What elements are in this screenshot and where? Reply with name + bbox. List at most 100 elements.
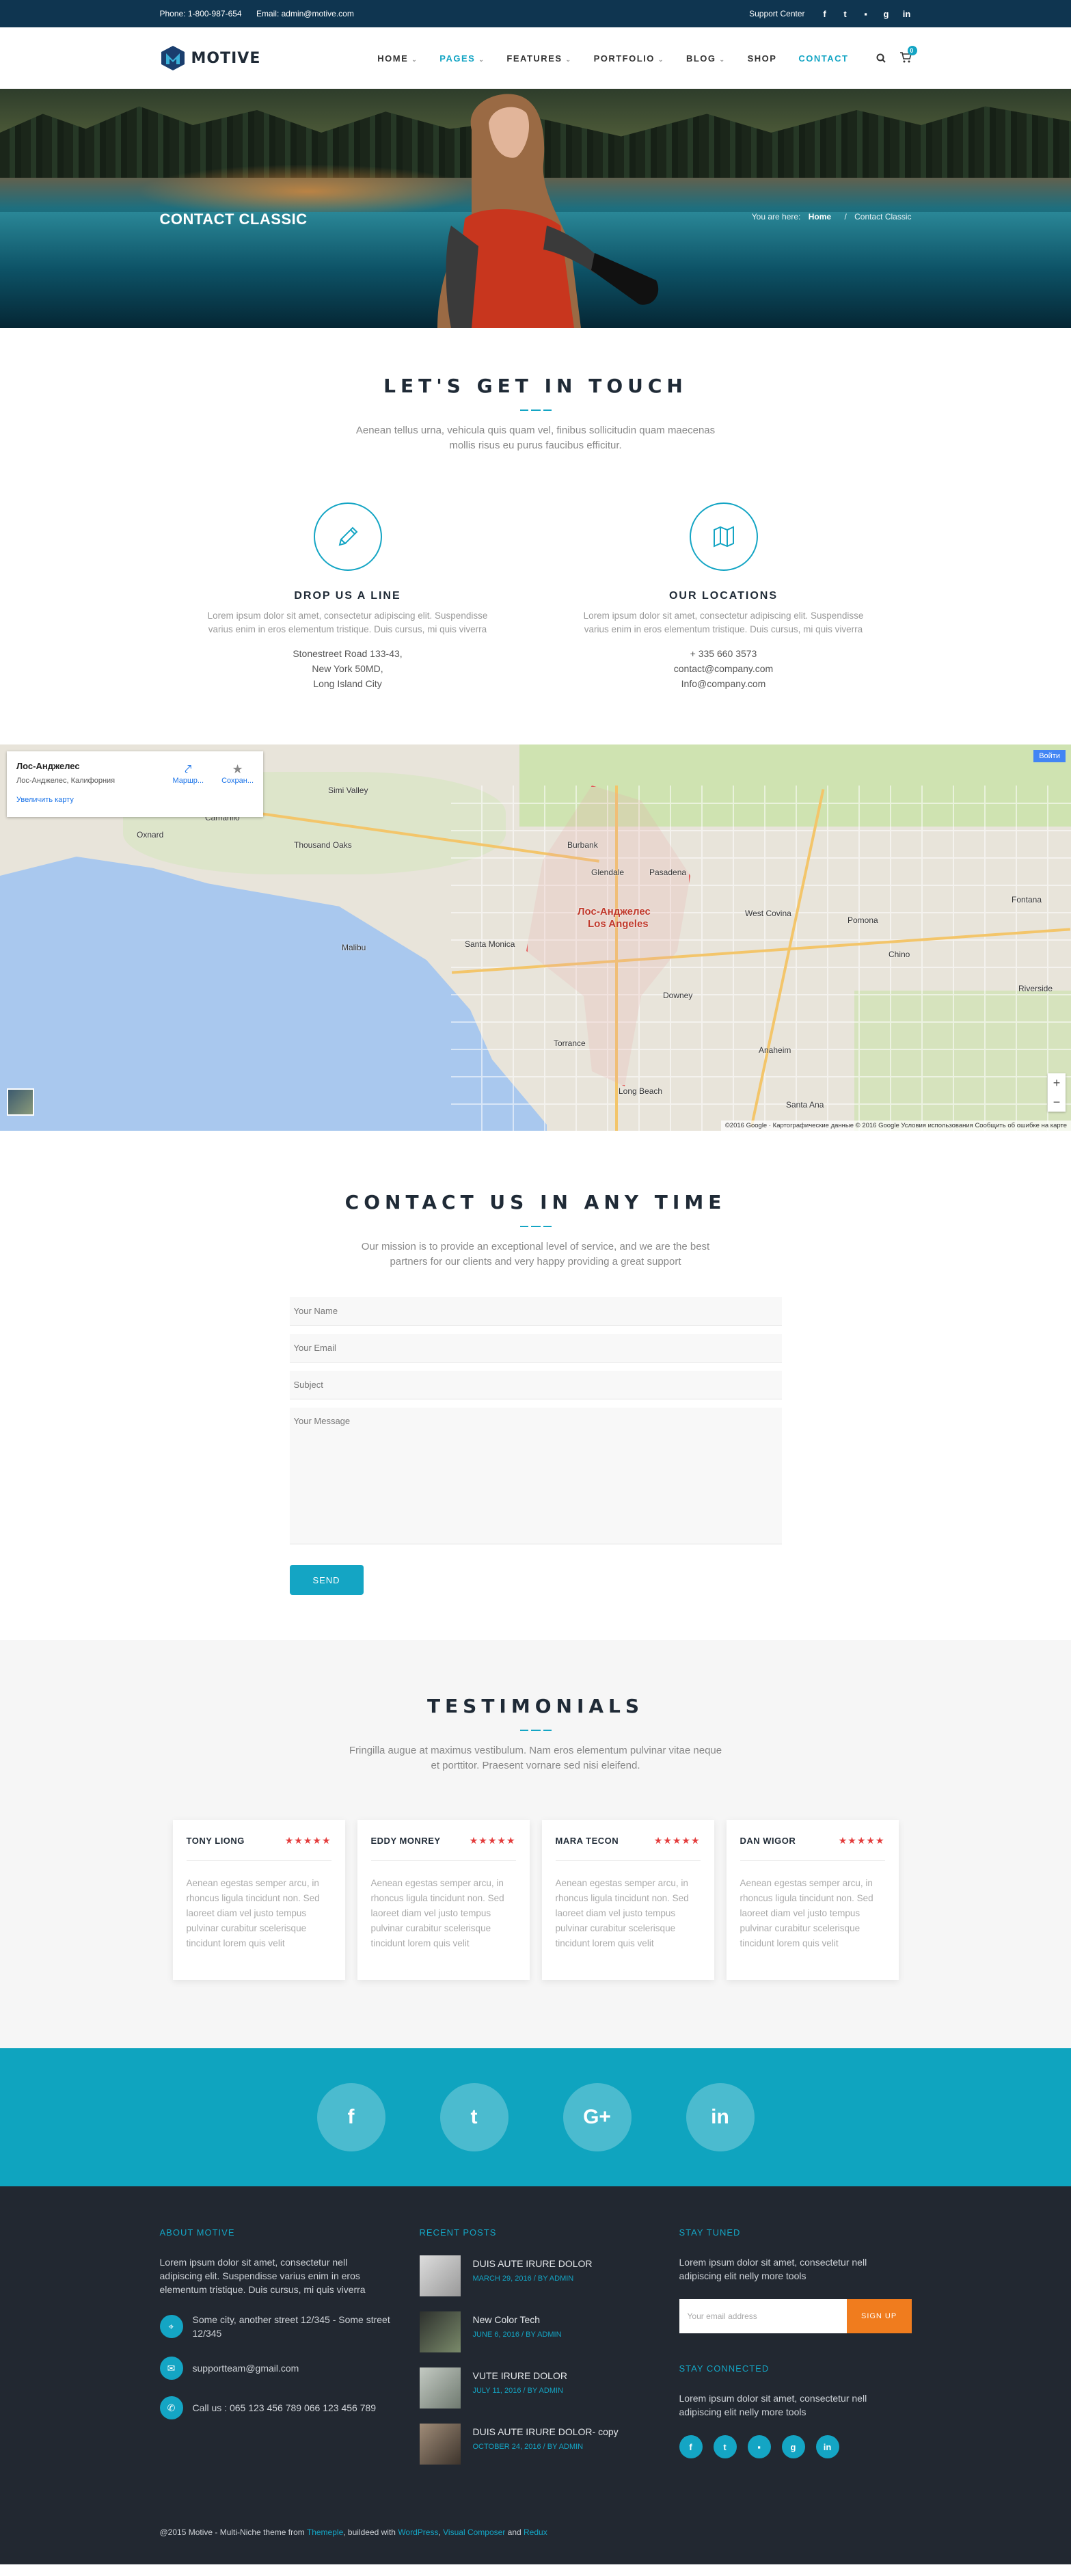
footer-heading: STAY CONNECTED [679, 2363, 770, 2374]
star-rating: ★★★★★ [838, 1835, 885, 1846]
star-icon: ★ [232, 762, 243, 776]
zoom-in-icon[interactable]: + [1048, 1073, 1066, 1092]
column-text: Lorem ipsum dolor sit amet, consectetur … [207, 611, 488, 634]
contact-text: Some city, another street 12/345 - Some … [192, 2314, 390, 2339]
google-plus-icon[interactable]: G+ [562, 2083, 632, 2151]
nav-pages[interactable]: PAGES ⌄ [439, 53, 485, 64]
email-icon: ✉ [159, 2357, 183, 2380]
google-plus-icon[interactable]: g [781, 2435, 805, 2458]
map-zoom-control[interactable]: + − [1048, 1073, 1066, 1112]
copyright-text: @2015 Motive - Multi-Niche theme from [159, 2527, 305, 2537]
testimonial-card: TONY LIONG ★★★★★ Aenean egestas semper ar… [172, 1820, 345, 1980]
save-place-label: Сохран... [221, 777, 254, 785]
map-label: Glendale [591, 868, 625, 877]
directions-button[interactable]: ⤤ Маршр... [172, 762, 204, 785]
recent-post[interactable]: VUTE IRURE DOLOR JULY 11, 2016 / BY ADMIN [419, 2367, 652, 2409]
nav-portfolio[interactable]: PORTFOLIO ⌄ [594, 53, 664, 64]
redux-link[interactable]: Redux [524, 2527, 547, 2537]
zoom-out-icon[interactable]: − [1048, 1092, 1066, 1112]
map-label: Downey [663, 991, 693, 1000]
twitter-icon[interactable]: t [841, 9, 850, 19]
breadcrumb: You are here: Home / Contact Classic [752, 212, 912, 222]
facebook-icon[interactable]: f [679, 2435, 703, 2458]
get-in-touch-section: LET'S GET IN TOUCH Aenean tellus urna, v… [0, 328, 1071, 744]
linkedin-icon[interactable]: in [686, 2083, 755, 2151]
page-title: CONTACT CLASSIC [159, 211, 308, 228]
post-title[interactable]: VUTE IRURE DOLOR [473, 2370, 567, 2381]
connected-text: Lorem ipsum dolor sit amet, consectetur … [679, 2393, 867, 2417]
post-thumbnail [419, 2424, 461, 2465]
nav-blog[interactable]: BLOG ⌄ [686, 53, 726, 64]
pencil-icon-circle [313, 502, 382, 571]
chevron-down-icon: ⌄ [657, 55, 664, 63]
linkedin-icon[interactable]: in [902, 9, 912, 19]
email-input[interactable]: Your Email [289, 1334, 782, 1363]
nav-home-label: HOME [377, 53, 409, 64]
email-link[interactable]: contact@company.com [584, 661, 864, 676]
chevron-down-icon: ⌄ [411, 55, 418, 63]
send-button[interactable]: SEND [289, 1565, 364, 1595]
name-input[interactable]: Your Name [289, 1297, 782, 1326]
recent-post[interactable]: DUIS AUTE IRURE DOLOR- copy OCTOBER 24, 2… [419, 2424, 652, 2465]
contact-text[interactable]: supportteam@gmail.com [193, 2361, 299, 2375]
twitter-icon[interactable]: t [439, 2083, 509, 2151]
post-title[interactable]: DUIS AUTE IRURE DOLOR [473, 2258, 593, 2269]
section-subtitle: Aenean tellus urna, vehicula quis quam v… [355, 425, 716, 451]
cart-button[interactable]: 0 [899, 45, 917, 65]
wordpress-link[interactable]: WordPress [398, 2527, 438, 2537]
nav-features[interactable]: FEATURES ⌄ [506, 53, 571, 64]
message-textarea[interactable]: Your Message [289, 1408, 782, 1544]
flickr-icon[interactable]: ▪ [861, 9, 871, 19]
linkedin-icon[interactable]: in [815, 2435, 839, 2458]
directions-icon: ⤤ [185, 762, 192, 776]
topbar-email[interactable]: Email: admin@motive.com [256, 9, 354, 18]
map-label: Fontana [1012, 895, 1042, 904]
footer-about: ABOUT MOTIVE Lorem ipsum dolor sit amet,… [159, 2227, 392, 2480]
nav-contact[interactable]: CONTACT [798, 53, 848, 64]
nav-home[interactable]: HOME ⌄ [377, 53, 418, 64]
nav-shop[interactable]: SHOP [748, 53, 777, 64]
themeple-link[interactable]: Themeple [307, 2527, 343, 2537]
phone-line: + 335 660 3573 [690, 648, 757, 659]
subject-input[interactable]: Subject [289, 1371, 782, 1399]
support-center-link[interactable]: Support Center [749, 9, 804, 18]
breadcrumb-home[interactable]: Home [809, 212, 831, 222]
drop-us-a-line: DROP US A LINE Lorem ipsum dolor sit ame… [208, 502, 488, 691]
topbar-phone: Phone: 1-800-987-654 [159, 9, 242, 18]
flickr-icon[interactable]: ▪ [747, 2435, 771, 2458]
testimonial-card: EDDY MONREY ★★★★★ Aenean egestas semper a… [357, 1820, 530, 1980]
facebook-icon[interactable]: f [820, 9, 830, 19]
visual-composer-link[interactable]: Visual Composer [443, 2527, 505, 2537]
main-nav: HOME ⌄ PAGES ⌄ FEATURES ⌄ PORTFOLIO ⌄ BLOG ⌄ … [377, 45, 917, 65]
email-link[interactable]: Info@company.com [584, 676, 864, 691]
cart-count-badge: 0 [907, 45, 917, 55]
footer-heading: ABOUT MOTIVE [159, 2227, 235, 2238]
save-place-button[interactable]: ★ Сохран... [221, 762, 254, 785]
our-locations: OUR LOCATIONS Lorem ipsum dolor sit amet… [584, 502, 864, 691]
sign-up-button[interactable]: SIGN UP [846, 2299, 912, 2333]
social-band: f t G+ in [0, 2048, 1071, 2186]
twitter-icon[interactable]: t [713, 2435, 737, 2458]
post-date: JULY 11, 2016 / BY ADMIN [472, 2387, 563, 2395]
search-icon[interactable] [876, 53, 886, 63]
recent-post[interactable]: DUIS AUTE IRURE DOLOR MARCH 29, 2016 / BY… [419, 2255, 652, 2296]
google-map[interactable]: Simi Valley Thousand Oaks Oxnard Camaril… [0, 744, 1071, 1131]
satellite-toggle[interactable] [7, 1088, 34, 1116]
logo[interactable]: MOTIVE [160, 45, 261, 71]
map-label: Pomona [848, 915, 878, 925]
facebook-icon[interactable]: f [316, 2083, 385, 2151]
post-title[interactable]: DUIS AUTE IRURE DOLOR- copy [473, 2426, 619, 2437]
newsletter-email-input[interactable]: Your email address [679, 2299, 847, 2333]
map-login-button[interactable]: Войти [1033, 750, 1066, 762]
footer-recent-posts: RECENT POSTS DUIS AUTE IRURE DOLOR MARCH … [419, 2227, 652, 2480]
testimonials-section: TESTIMONIALS Fringilla augue at maximus … [0, 1640, 1071, 2048]
directions-label: Маршр... [172, 777, 204, 785]
section-title: TESTIMONIALS [426, 1695, 645, 1717]
google-plus-icon[interactable]: g [882, 9, 891, 19]
map-label: Los Angeles [588, 918, 649, 930]
post-title[interactable]: New Color Tech [473, 2314, 562, 2325]
footer-about-text: Lorem ipsum dolor sit amet, consectetur … [159, 2257, 366, 2295]
recent-post[interactable]: New Color Tech JUNE 6, 2016 / BY ADMIN [419, 2311, 652, 2352]
star-rating: ★★★★★ [284, 1835, 331, 1846]
enlarge-map-link[interactable]: Увеличить карту [16, 796, 254, 804]
